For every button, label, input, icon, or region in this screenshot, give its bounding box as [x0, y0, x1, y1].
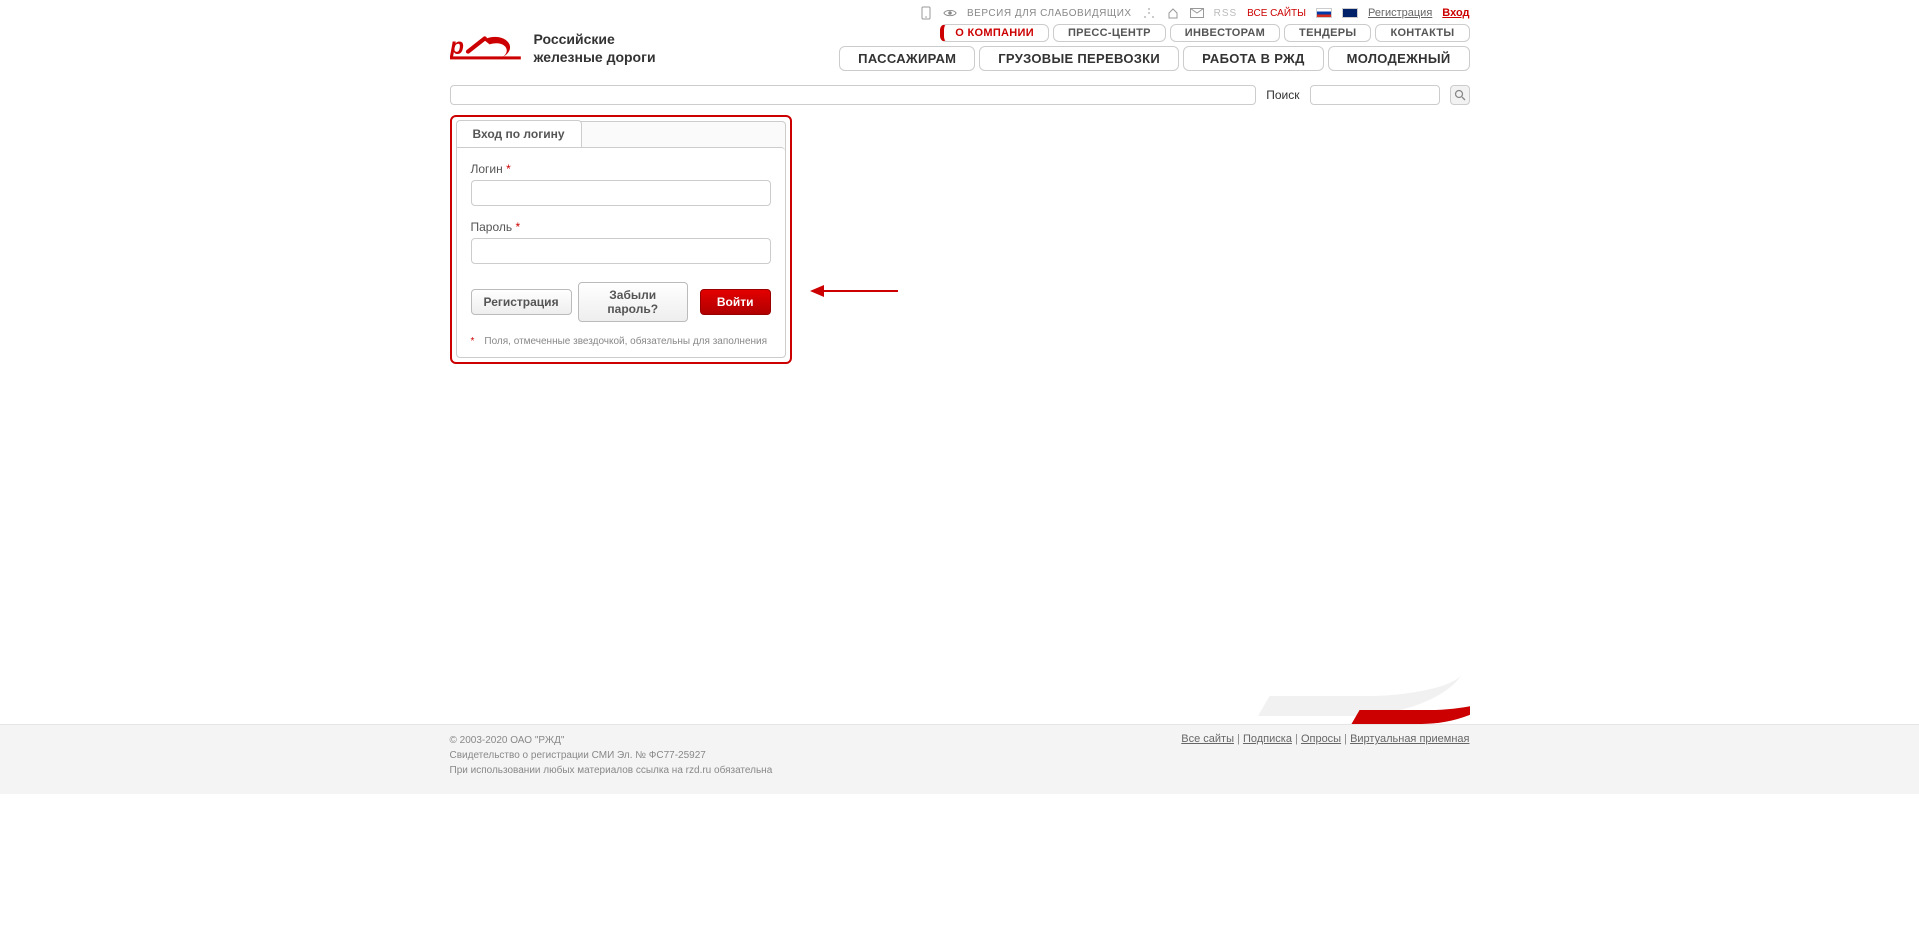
nav-investors[interactable]: ИНВЕСТОРАМ: [1170, 24, 1280, 42]
flag-en-icon[interactable]: [1342, 8, 1358, 18]
footer-left: © 2003-2020 ОАО "РЖД" Свидетельство о ре…: [450, 733, 773, 778]
nav-contacts[interactable]: КОНТАКТЫ: [1375, 24, 1469, 42]
nav-about[interactable]: О КОМПАНИИ: [940, 24, 1049, 42]
search-input[interactable]: [1310, 85, 1440, 105]
nav-jobs[interactable]: РАБОТА В РЖД: [1183, 46, 1324, 71]
topbar-register-link[interactable]: Регистрация: [1368, 7, 1432, 19]
eye-icon: [943, 6, 957, 20]
nav-cargo[interactable]: ГРУЗОВЫЕ ПЕРЕВОЗКИ: [979, 46, 1179, 71]
logo[interactable]: p Российские железные дороги: [450, 24, 656, 66]
annotation-arrow-icon: [810, 281, 900, 301]
password-label: Пароль *: [471, 220, 771, 234]
breadcrumb-input[interactable]: [450, 85, 1257, 105]
flag-ru-icon[interactable]: [1316, 8, 1332, 18]
footer-polls[interactable]: Опросы: [1301, 733, 1341, 745]
search-row: Поиск: [450, 85, 1470, 105]
footer-copyright: © 2003-2020 ОАО "РЖД": [450, 733, 773, 748]
topbar: ВЕРСИЯ ДЛЯ СЛАБОВИДЯЩИХ RSS ВСЕ САЙТЫ Ре…: [450, 0, 1470, 24]
topbar-login-link[interactable]: Вход: [1442, 7, 1469, 19]
nav-tenders[interactable]: ТЕНДЕРЫ: [1284, 24, 1371, 42]
required-note: * Поля, отмеченные звездочкой, обязатель…: [471, 336, 771, 347]
mail-icon[interactable]: [1190, 6, 1204, 20]
logo-text: Российские железные дороги: [534, 30, 656, 66]
login-tab[interactable]: Вход по логину: [456, 120, 582, 147]
nav-primary: О КОМПАНИИ ПРЕСС-ЦЕНТР ИНВЕСТОРАМ ТЕНДЕР…: [940, 24, 1469, 42]
footer-all-sites[interactable]: Все сайты: [1181, 733, 1234, 745]
accessibility-link[interactable]: ВЕРСИЯ ДЛЯ СЛАБОВИДЯЩИХ: [967, 8, 1132, 19]
login-label: Логин *: [471, 162, 771, 176]
rzd-logo-icon: p: [450, 32, 522, 64]
nav-passengers[interactable]: ПАССАЖИРАМ: [839, 46, 975, 71]
footer: © 2003-2020 ОАО "РЖД" Свидетельство о ре…: [0, 724, 1919, 794]
nav-press[interactable]: ПРЕСС-ЦЕНТР: [1053, 24, 1166, 42]
login-input[interactable]: [471, 180, 771, 206]
footer-subscribe[interactable]: Подписка: [1243, 733, 1292, 745]
header: p Российские железные дороги О КОМПАНИИ …: [450, 24, 1470, 71]
footer-links: Все сайты | Подписка | Опросы | Виртуаль…: [1181, 733, 1469, 778]
footer-cert: Свидетельство о регистрации СМИ Эл. № ФС…: [450, 748, 773, 763]
register-button[interactable]: Регистрация: [471, 289, 572, 315]
login-highlight-box: Вход по логину Логин * Пароль * Регистра…: [450, 115, 792, 364]
all-sites-link[interactable]: ВСЕ САЙТЫ: [1247, 8, 1306, 19]
footer-swoosh: [450, 664, 1470, 724]
forgot-password-button[interactable]: Забыли пароль?: [578, 282, 688, 322]
footer-usage: При использовании любых материалов ссылк…: [450, 763, 773, 778]
submit-login-button[interactable]: Войти: [700, 289, 771, 315]
mobile-icon[interactable]: [919, 6, 933, 20]
search-label: Поиск: [1266, 88, 1299, 102]
footer-reception[interactable]: Виртуальная приемная: [1350, 733, 1469, 745]
search-button[interactable]: [1450, 85, 1470, 105]
svg-text:p: p: [450, 33, 464, 59]
login-panel: Вход по логину Логин * Пароль * Регистра…: [456, 121, 786, 358]
nav-youth[interactable]: МОЛОДЕЖНЫЙ: [1328, 46, 1470, 71]
magnifier-icon: [1454, 89, 1466, 101]
rss-link[interactable]: RSS: [1214, 8, 1238, 19]
nav-secondary: ПАССАЖИРАМ ГРУЗОВЫЕ ПЕРЕВОЗКИ РАБОТА В Р…: [839, 46, 1469, 71]
sitemap-icon[interactable]: [1142, 6, 1156, 20]
home-icon[interactable]: [1166, 6, 1180, 20]
password-input[interactable]: [471, 238, 771, 264]
main-nav: О КОМПАНИИ ПРЕСС-ЦЕНТР ИНВЕСТОРАМ ТЕНДЕР…: [839, 24, 1469, 71]
